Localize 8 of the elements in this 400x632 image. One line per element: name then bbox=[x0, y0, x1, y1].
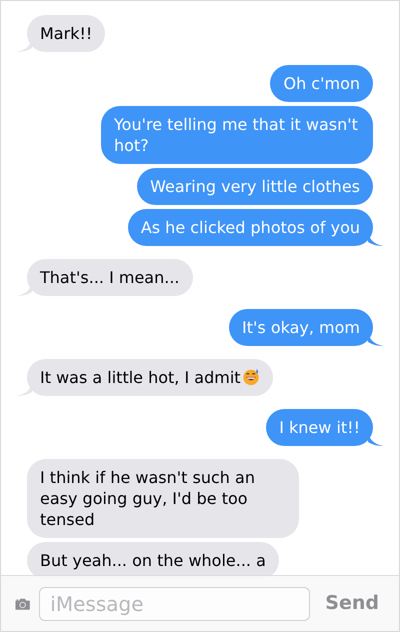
message-bubble: Oh c'mon bbox=[270, 65, 373, 102]
message-text: It was a little hot, I admit bbox=[40, 368, 241, 387]
message-bubble: Wearing very little clothes bbox=[137, 168, 373, 205]
message-input[interactable]: iMessage bbox=[39, 586, 310, 620]
send-button[interactable]: Send bbox=[319, 589, 385, 618]
message-bubble: You're telling me that it wasn't hot? bbox=[101, 106, 373, 164]
message-bubble: I think if he wasn't such an easy going guy, I'd be too tensed bbox=[27, 459, 299, 538]
grinning-sweat-emoji-icon bbox=[242, 368, 260, 386]
